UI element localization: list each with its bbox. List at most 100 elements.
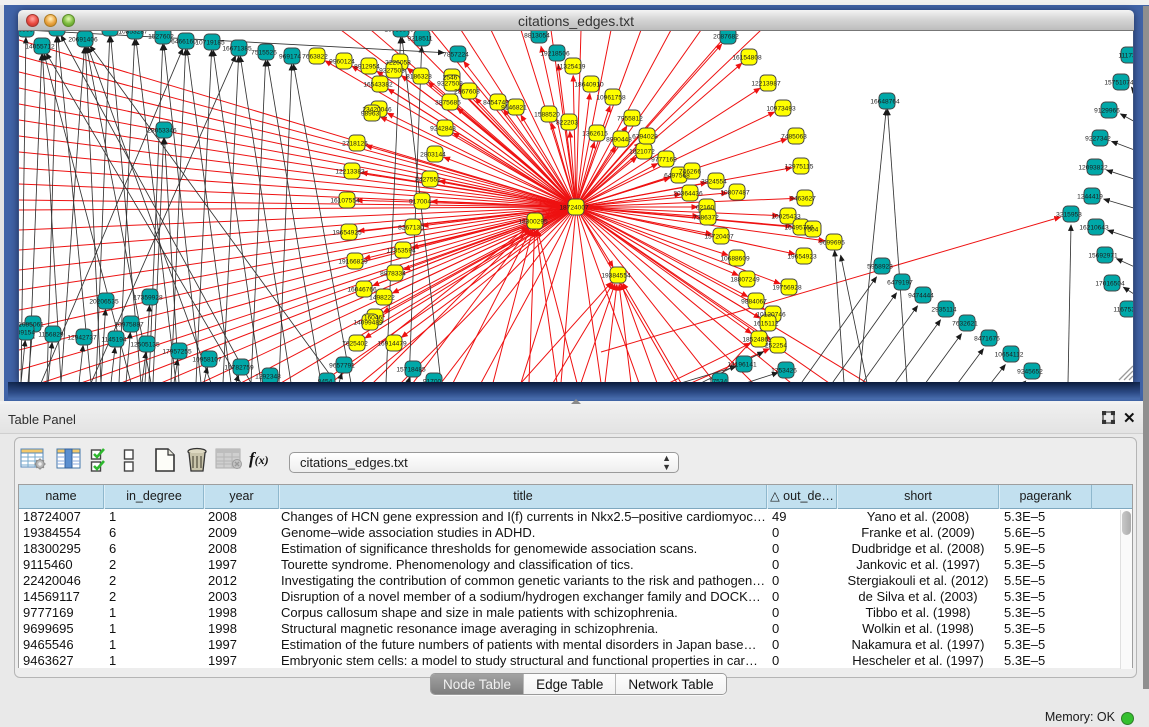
svg-text:18524861: 18524861 <box>742 336 772 343</box>
svg-text:9474444: 9474444 <box>908 292 934 299</box>
svg-text:9227342: 9227342 <box>1085 135 1111 142</box>
svg-text:19166829: 19166829 <box>338 258 368 265</box>
svg-text:20557: 20557 <box>46 31 65 32</box>
svg-text:2803144: 2803144 <box>420 151 446 158</box>
svg-text:19756928: 19756928 <box>772 284 802 291</box>
svg-text:62160: 62160 <box>696 204 715 211</box>
svg-text:9327508: 9327508 <box>437 80 463 87</box>
svg-text:28053346: 28053346 <box>147 127 177 134</box>
svg-text:14196141: 14196141 <box>727 361 757 368</box>
svg-text:1362615: 1362615 <box>582 130 608 137</box>
svg-text:1615112: 1615112 <box>753 320 779 327</box>
svg-text:8912954: 8912954 <box>354 63 380 70</box>
svg-text:7955812: 7955812 <box>617 115 643 122</box>
svg-text:1292348: 1292348 <box>255 373 281 380</box>
svg-text:98963: 98963 <box>361 110 380 117</box>
svg-text:8267130: 8267130 <box>398 224 424 231</box>
svg-text:10961758: 10961758 <box>596 94 626 101</box>
svg-text:1685061: 1685061 <box>19 321 44 328</box>
svg-text:19218506: 19218506 <box>540 50 570 57</box>
svg-text:10025433: 10025433 <box>771 213 801 220</box>
svg-text:3226058: 3226058 <box>385 59 411 66</box>
svg-text:9129966: 9129966 <box>1094 107 1120 114</box>
svg-text:7485063: 7485063 <box>781 133 807 140</box>
svg-text:10120746: 10120746 <box>756 311 786 318</box>
svg-text:12975115: 12975115 <box>785 163 814 170</box>
svg-text:8878334: 8878334 <box>380 270 406 277</box>
svg-text:746266: 746266 <box>679 168 701 175</box>
svg-text:8471676: 8471676 <box>974 335 1000 342</box>
svg-text:17016504: 17016504 <box>1095 280 1125 287</box>
svg-text:9242848: 9242848 <box>430 125 456 132</box>
svg-text:9884067: 9884067 <box>741 298 767 305</box>
svg-text:16671385: 16671385 <box>222 45 252 52</box>
svg-text:12942737: 12942737 <box>67 334 97 341</box>
svg-text:16782759: 16782759 <box>224 364 254 371</box>
svg-text:10973493: 10973493 <box>766 105 796 112</box>
svg-text:1621072: 1621072 <box>629 148 655 155</box>
svg-text:7857224: 7857224 <box>443 51 469 58</box>
svg-text:18300295: 18300295 <box>518 218 548 225</box>
svg-text:939154: 939154 <box>19 329 35 336</box>
svg-text:14099489: 14099489 <box>353 319 383 326</box>
svg-text:7663822: 7663822 <box>302 53 328 60</box>
svg-text:6466160: 6466160 <box>171 38 197 45</box>
svg-text:15751074: 15751074 <box>1104 79 1134 86</box>
svg-text:15718485: 15718485 <box>396 366 426 373</box>
svg-text:7625402: 7625402 <box>342 340 368 347</box>
svg-text:16154808: 16154808 <box>732 54 762 61</box>
svg-text:1145194: 1145194 <box>101 336 127 343</box>
svg-text:91700: 91700 <box>423 378 442 382</box>
svg-text:15720407: 15720407 <box>704 233 734 240</box>
svg-text:9218511: 9218511 <box>407 35 433 42</box>
svg-text:15692971: 15692971 <box>1088 252 1118 259</box>
svg-text:2867608: 2867608 <box>454 88 480 95</box>
svg-text:917004: 917004 <box>409 198 431 205</box>
svg-text:16914479: 16914479 <box>377 340 407 347</box>
svg-text:8990448: 8990448 <box>606 136 632 143</box>
svg-text:2935114: 2935114 <box>931 306 957 313</box>
svg-text:14055712: 14055712 <box>25 43 55 50</box>
svg-text:19654925: 19654925 <box>332 229 362 236</box>
svg-text:16107554: 16107554 <box>330 197 360 204</box>
svg-text:9699695: 9699695 <box>819 239 845 246</box>
svg-text:7386372: 7386372 <box>693 214 719 221</box>
svg-text:9146821: 9146821 <box>501 104 527 111</box>
svg-text:10719185: 10719185 <box>195 39 225 46</box>
svg-text:1156829: 1156829 <box>38 331 64 338</box>
svg-text:8454: 8454 <box>318 378 333 382</box>
svg-text:9960124: 9960124 <box>329 58 355 65</box>
svg-text:7632621: 7632621 <box>952 320 978 327</box>
svg-text:19654923: 19654923 <box>787 253 817 260</box>
svg-text:10975887: 10975887 <box>114 321 144 328</box>
svg-text:12353594: 12353594 <box>386 247 416 254</box>
svg-text:16543382: 16543382 <box>363 81 393 88</box>
svg-text:16648764: 16648764 <box>870 98 900 105</box>
svg-text:1588520: 1588520 <box>534 111 560 118</box>
svg-text:20364436: 20364436 <box>673 190 703 197</box>
svg-text:252254: 252254 <box>765 342 787 349</box>
svg-text:822203: 822203 <box>556 119 578 126</box>
svg-text:2718126: 2718126 <box>342 140 368 147</box>
svg-text:18724007: 18724007 <box>559 204 589 211</box>
svg-text:20691406: 20691406 <box>68 36 98 43</box>
svg-text:10958107: 10958107 <box>192 356 222 363</box>
svg-text:16033809: 16033809 <box>384 31 414 33</box>
svg-text:11173: 11173 <box>1118 52 1134 59</box>
svg-text:2087682: 2087682 <box>713 33 739 40</box>
svg-text:9463627: 9463627 <box>790 195 816 202</box>
svg-text:11325419: 11325419 <box>557 63 586 70</box>
svg-text:19384554: 19384554 <box>601 272 631 279</box>
svg-text:9327503: 9327503 <box>379 67 405 74</box>
svg-text:1244419: 1244419 <box>1077 193 1103 200</box>
svg-text:12213383: 12213383 <box>335 168 365 175</box>
svg-text:16210643: 16210643 <box>1079 224 1109 231</box>
svg-text:1753426: 1753426 <box>771 367 797 374</box>
svg-text:18640910: 18640910 <box>574 81 604 88</box>
svg-text:1498222: 1498222 <box>369 294 395 301</box>
svg-text:7515526: 7515526 <box>251 49 277 56</box>
svg-text:8813054: 8813054 <box>524 32 550 39</box>
svg-text:12213987: 12213987 <box>751 80 781 87</box>
svg-text:3875685: 3875685 <box>435 99 461 106</box>
svg-text:12505135: 12505135 <box>130 341 160 348</box>
